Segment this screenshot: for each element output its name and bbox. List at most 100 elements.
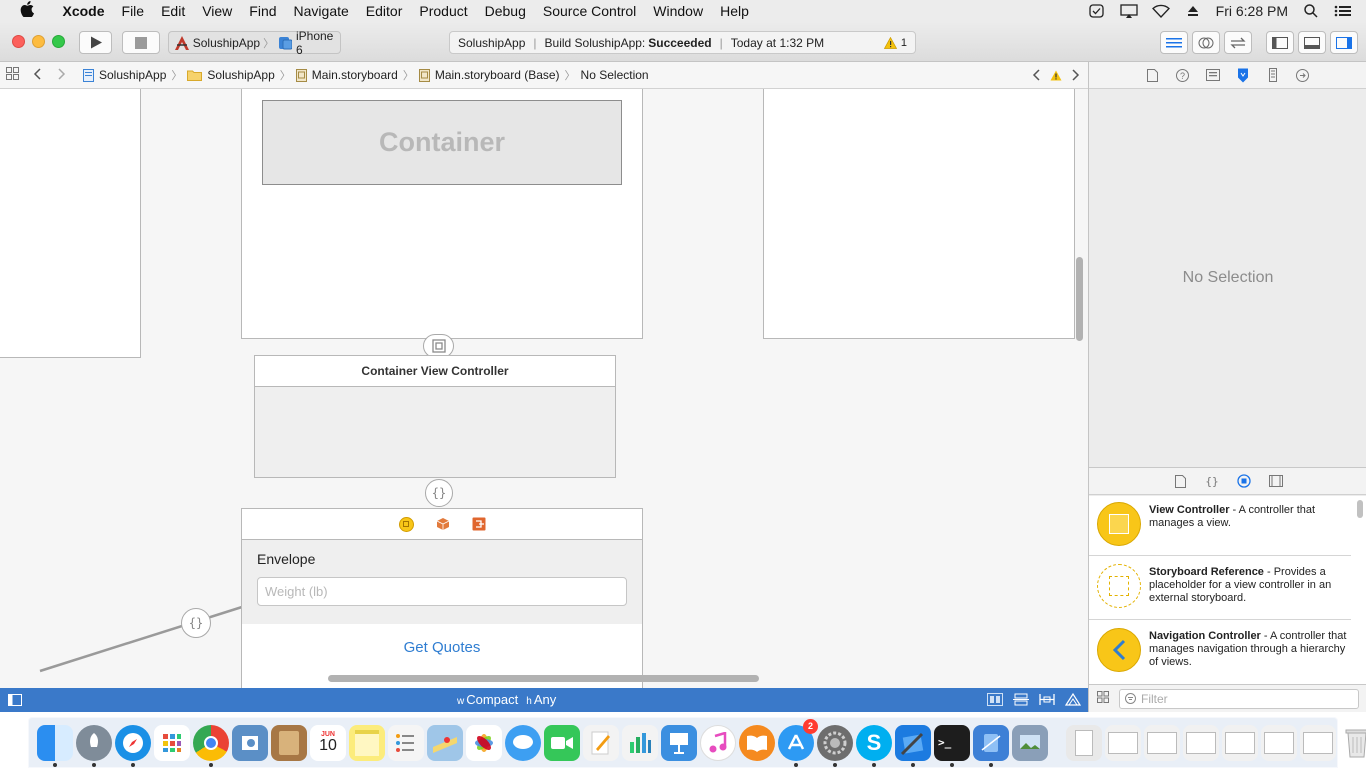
wifi-icon[interactable] [1151, 4, 1170, 18]
breadcrumb-storyboard[interactable]: Main.storyboard [293, 68, 401, 82]
ibooks-icon[interactable] [739, 724, 775, 761]
offscreen-scene-left[interactable] [0, 89, 141, 358]
facetime-icon[interactable] [544, 724, 580, 761]
quick-help-icon[interactable]: ? [1176, 68, 1190, 82]
checkmark-status-icon[interactable] [1088, 4, 1106, 18]
minimize-window-button[interactable] [32, 35, 45, 48]
run-button[interactable] [79, 31, 112, 54]
relationship-segue-icon[interactable]: {} [425, 479, 453, 507]
calendar-icon[interactable]: JUN 10 [310, 724, 346, 761]
app-menu-xcode[interactable]: Xcode [54, 3, 113, 19]
document-thumbnail-icon[interactable] [1105, 724, 1141, 761]
media-library-icon[interactable] [1269, 474, 1283, 488]
library-scrollbar-thumb[interactable] [1357, 500, 1363, 518]
finder-icon[interactable] [37, 724, 73, 767]
object-library-icon[interactable] [1237, 474, 1251, 488]
related-items-icon[interactable] [6, 67, 19, 83]
document-outline-toggle-icon[interactable] [8, 694, 22, 709]
app-grid-icon[interactable] [154, 724, 190, 761]
notification-center-icon[interactable] [1334, 4, 1352, 18]
pin-icon[interactable] [1039, 693, 1055, 706]
parent-view-controller-scene[interactable]: Container [241, 89, 643, 339]
weight-text-field[interactable]: Weight (lb) [257, 577, 627, 606]
library-filter-field[interactable]: Filter [1119, 688, 1359, 709]
close-window-button[interactable] [12, 35, 25, 48]
safari-icon[interactable] [115, 724, 151, 767]
get-quotes-button[interactable]: Get Quotes [242, 639, 642, 656]
document-thumbnail-icon[interactable] [1261, 724, 1297, 761]
resolve-auto-layout-icon[interactable] [1065, 693, 1081, 706]
grid-view-icon[interactable] [1097, 691, 1109, 706]
skype-icon[interactable]: S [856, 724, 892, 767]
identity-inspector-icon[interactable] [1205, 68, 1220, 82]
menu-edit[interactable]: Edit [153, 3, 194, 19]
airplay-icon[interactable] [1119, 4, 1138, 18]
zoom-window-button[interactable] [52, 35, 65, 48]
menu-navigate[interactable]: Navigate [285, 3, 357, 19]
xcode-icon[interactable] [895, 724, 931, 767]
size-inspector-icon[interactable] [1266, 68, 1280, 82]
app-store-icon[interactable]: 2 [778, 718, 818, 767]
reminders-icon[interactable] [388, 724, 424, 761]
menu-clock[interactable]: Fri 6:28 PM [1216, 3, 1288, 19]
itunes-icon[interactable] [700, 724, 736, 761]
assistant-editor-button[interactable] [1192, 31, 1220, 54]
keynote-icon[interactable] [661, 724, 697, 761]
toggle-debug-area-button[interactable] [1298, 31, 1326, 54]
menu-help[interactable]: Help [712, 3, 758, 19]
apple-menu-icon[interactable] [20, 1, 38, 21]
image-capture-icon[interactable] [1012, 724, 1048, 761]
library-item-view-controller[interactable]: View Controller - A controller that mana… [1089, 496, 1351, 556]
menu-editor[interactable]: Editor [357, 3, 411, 19]
downloads-stack-icon[interactable] [1066, 724, 1102, 761]
terminal-icon[interactable]: >_ [934, 724, 970, 767]
document-thumbnail-icon[interactable] [1222, 724, 1258, 761]
align-icon[interactable] [1013, 693, 1029, 706]
first-responder-icon[interactable] [436, 517, 450, 531]
horizontal-scrollbar-thumb[interactable] [328, 675, 759, 682]
document-thumbnail-icon[interactable] [1183, 724, 1219, 761]
menu-file[interactable]: File [113, 3, 153, 19]
storyboard-canvas[interactable]: Container Container View Controller {} {… [0, 89, 1088, 688]
stack-icon[interactable] [987, 693, 1003, 706]
version-editor-button[interactable] [1224, 31, 1252, 54]
pages-icon[interactable] [583, 724, 619, 761]
menu-find[interactable]: Find [241, 3, 285, 19]
forward-arrow-icon[interactable] [58, 67, 66, 83]
back-arrow-icon[interactable] [33, 67, 41, 83]
menu-view[interactable]: View [194, 3, 241, 19]
document-thumbnail-icon[interactable] [1300, 724, 1336, 761]
menu-product[interactable]: Product [411, 3, 476, 19]
numbers-icon[interactable] [622, 724, 658, 761]
document-thumbnail-icon[interactable] [1144, 724, 1180, 761]
launchpad-icon[interactable] [76, 724, 112, 767]
scheme-selector[interactable]: SolushipApp 〉 iPhone 6 [168, 29, 341, 57]
next-issue-icon[interactable] [1072, 69, 1080, 81]
maps-icon[interactable] [427, 724, 463, 761]
messages-icon[interactable] [505, 724, 541, 761]
chrome-icon[interactable] [193, 724, 229, 767]
code-snippet-library-icon[interactable]: {} [1205, 474, 1219, 488]
vertical-scrollbar-thumb[interactable] [1076, 257, 1083, 341]
library-item-storyboard-reference[interactable]: Storyboard Reference - Provides a placeh… [1089, 558, 1351, 620]
menu-source-control[interactable]: Source Control [534, 3, 644, 19]
size-class-selector[interactable]: w Compact h Any [457, 692, 556, 707]
eject-icon[interactable] [1184, 4, 1202, 18]
container-view-controller-scene[interactable]: Container View Controller [254, 355, 616, 478]
notes-icon[interactable] [349, 724, 385, 761]
contacts-icon[interactable] [271, 724, 307, 761]
toggle-utilities-button[interactable] [1330, 31, 1358, 54]
container-view[interactable]: Container [262, 100, 622, 185]
breadcrumb-project[interactable]: SolushipApp [80, 68, 169, 82]
trash-icon[interactable] [1339, 725, 1366, 761]
breadcrumb-selection[interactable]: No Selection [578, 68, 652, 82]
breadcrumb-storyboard-base[interactable]: Main.storyboard (Base) [416, 68, 563, 82]
file-inspector-icon[interactable] [1146, 68, 1160, 82]
menu-debug[interactable]: Debug [476, 3, 534, 19]
preview-icon[interactable] [232, 724, 268, 761]
warning-indicator[interactable]: 1 [883, 36, 907, 49]
connections-inspector-icon[interactable] [1296, 68, 1310, 82]
breadcrumb-folder[interactable]: SolushipApp [184, 68, 277, 82]
exit-icon[interactable] [472, 517, 486, 531]
toggle-navigator-button[interactable] [1266, 31, 1294, 54]
